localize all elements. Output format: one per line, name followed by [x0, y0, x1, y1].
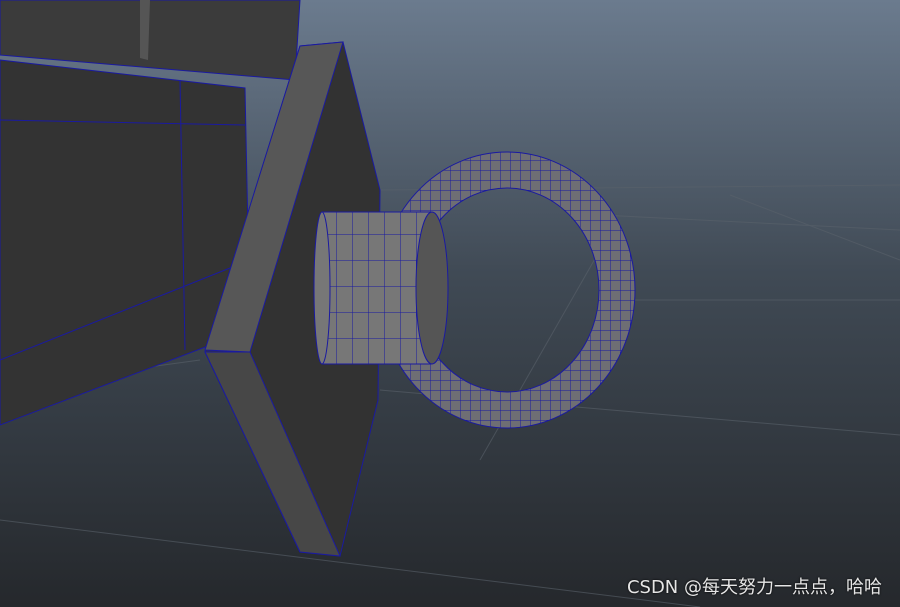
3d-viewport[interactable] [0, 0, 900, 607]
watermark: CSDN @每天努力一点点，哈哈 [626, 577, 882, 598]
cylinder-object[interactable] [313, 211, 449, 365]
